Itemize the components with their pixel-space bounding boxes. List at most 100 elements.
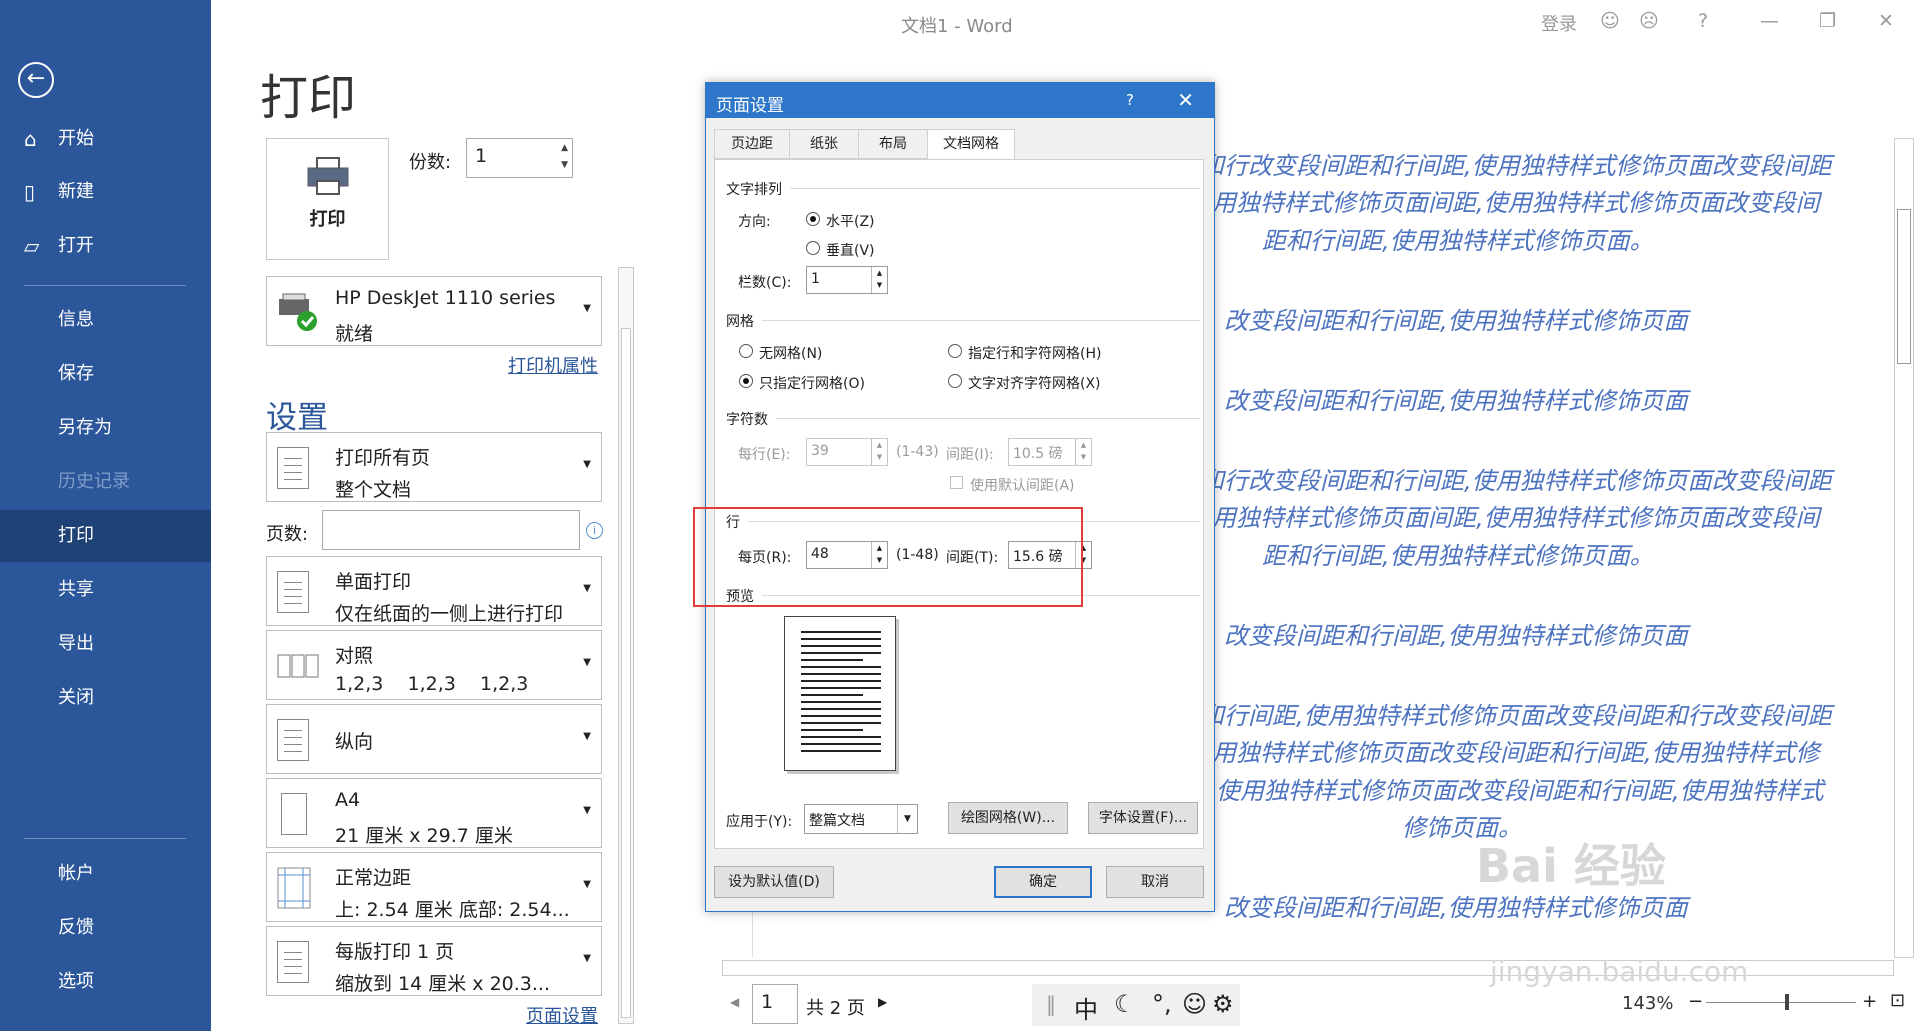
- pages-input[interactable]: [322, 510, 580, 550]
- punctuation-icon[interactable]: °,: [1152, 990, 1172, 1018]
- login-link[interactable]: 登录: [1541, 10, 1577, 36]
- current-page-input[interactable]: 1: [752, 984, 798, 1024]
- tab-margins[interactable]: 页边距: [714, 129, 790, 159]
- spin-up-icon[interactable]: ▲: [561, 143, 568, 153]
- frown-icon[interactable]: ☹: [1639, 10, 1659, 32]
- spin-arrows-icon[interactable]: ▲ ▼: [871, 267, 887, 293]
- pages-per-sheet-dropdown[interactable]: 每版打印 1 页 缩放到 14 厘米 x 20.3... ▼: [266, 926, 602, 996]
- apply-to-label: 应用于(Y):: [726, 814, 793, 830]
- restore-icon[interactable]: ❐: [1819, 10, 1836, 32]
- print-range-dropdown[interactable]: 打印所有页 整个文档 ▼: [266, 432, 602, 502]
- zoom-in-icon[interactable]: +: [1862, 991, 1877, 1012]
- sides-dropdown[interactable]: 单面打印 仅在纸面的一侧上进行打印 ▼: [266, 556, 602, 626]
- zoom-slider[interactable]: [1706, 1002, 1856, 1003]
- preview-line: [801, 736, 881, 738]
- emoji-icon[interactable]: ☺: [1182, 990, 1207, 1018]
- smile-icon[interactable]: ☺: [1600, 10, 1620, 32]
- paper-size-dropdown[interactable]: A4 21 厘米 x 29.7 厘米 ▼: [266, 778, 602, 848]
- chevron-down-icon: ▼: [583, 459, 591, 470]
- draw-grid-button[interactable]: 绘图网格(W)...: [948, 802, 1068, 834]
- ime-mode[interactable]: 中: [1074, 990, 1098, 1025]
- line-grid-only-label[interactable]: 只指定行网格(O): [759, 373, 865, 393]
- minimize-icon[interactable]: —: [1760, 10, 1779, 32]
- back-arrow-icon[interactable]: ←: [18, 62, 54, 98]
- direction-vertical-radio[interactable]: [806, 241, 820, 255]
- scroll-thumb[interactable]: [621, 328, 631, 1018]
- scroll-thumb[interactable]: [1897, 209, 1911, 364]
- copies-value: 1: [475, 145, 488, 167]
- nav-account[interactable]: 帐户: [0, 848, 211, 900]
- page-per-sheet-icon: [277, 941, 317, 983]
- prev-page-icon[interactable]: ◀: [730, 995, 739, 1009]
- nav-label: 开始: [58, 128, 94, 149]
- line-char-grid-label[interactable]: 指定行和字符网格(H): [968, 343, 1101, 363]
- collate-dropdown[interactable]: 对照 1,2,3 1,2,3 1,2,3 ▼: [266, 630, 602, 700]
- tab-paper[interactable]: 纸张: [789, 129, 859, 159]
- nav-home[interactable]: ⌂ 开始: [0, 113, 211, 165]
- set-default-button[interactable]: 设为默认值(D): [714, 866, 834, 898]
- no-grid-radio[interactable]: [739, 344, 753, 358]
- zoom-out-icon[interactable]: −: [1688, 991, 1703, 1012]
- horizontal-label[interactable]: 水平(Z): [826, 211, 875, 231]
- moon-icon[interactable]: ☾: [1114, 990, 1136, 1018]
- nav-new[interactable]: ▯ 新建: [0, 166, 211, 218]
- settings-gear-icon[interactable]: ⚙: [1212, 990, 1234, 1018]
- print-button[interactable]: 打印: [266, 138, 389, 260]
- help-icon[interactable]: ?: [1698, 10, 1708, 32]
- columns-spinner[interactable]: 1 ▲ ▼: [806, 266, 888, 294]
- nav-share[interactable]: 共享: [0, 564, 211, 616]
- line-char-grid-radio[interactable]: [948, 344, 962, 358]
- nav-info[interactable]: 信息: [0, 294, 211, 346]
- dialog-close-icon[interactable]: ✕: [1177, 88, 1194, 112]
- apply-to-select[interactable]: 整篇文档 ▼: [804, 804, 918, 834]
- ime-toolbar: ‖ 中 ☾ °, ☺ ⚙: [1032, 984, 1240, 1026]
- setting-label: A4: [335, 789, 361, 811]
- chevron-down-icon[interactable]: ▼: [897, 805, 917, 833]
- chevron-down-icon: ▼: [583, 583, 591, 594]
- tab-document-grid[interactable]: 文档网格: [927, 129, 1015, 160]
- nav-close[interactable]: 关闭: [0, 672, 211, 724]
- next-page-icon[interactable]: ▶: [878, 995, 887, 1009]
- tab-layout[interactable]: 布局: [858, 129, 928, 159]
- nav-open[interactable]: ▱ 打开: [0, 220, 211, 272]
- settings-scrollbar[interactable]: [618, 267, 634, 1024]
- copies-spinner[interactable]: 1 ▲ ▼: [466, 138, 573, 178]
- preview-line: [801, 715, 881, 717]
- printer-dropdown[interactable]: HP DeskJet 1110 series 就绪 ▼: [266, 276, 602, 346]
- new-doc-icon: ▯: [24, 180, 36, 204]
- nav-save-as[interactable]: 另存为: [0, 402, 211, 454]
- vertical-label[interactable]: 垂直(V): [826, 240, 875, 260]
- zoom-to-page-icon[interactable]: ⊡: [1890, 990, 1905, 1011]
- nav-divider: [24, 838, 186, 839]
- zoom-slider-thumb[interactable]: [1785, 994, 1789, 1010]
- spin-down-icon[interactable]: ▼: [561, 160, 568, 170]
- close-window-icon[interactable]: ✕: [1878, 10, 1894, 32]
- setting-label: 对照: [335, 645, 374, 667]
- font-settings-button[interactable]: 字体设置(F)...: [1088, 802, 1198, 834]
- direction-horizontal-radio[interactable]: [806, 212, 820, 226]
- nav-options[interactable]: 选项: [0, 956, 211, 1008]
- margins-dropdown[interactable]: 正常边距 上: 2.54 厘米 底部: 2.54... ▼: [266, 852, 602, 922]
- nav-divider: [24, 285, 186, 286]
- dialog-title-bar[interactable]: 页面设置 ? ✕: [706, 83, 1214, 118]
- ok-button[interactable]: 确定: [994, 866, 1092, 898]
- page-setup-link[interactable]: 页面设置: [526, 1002, 598, 1028]
- orientation-dropdown[interactable]: 纵向 ▼: [266, 704, 602, 774]
- nav-export[interactable]: 导出: [0, 618, 211, 670]
- printer-name: HP DeskJet 1110 series: [335, 287, 556, 309]
- per-line-range: (1-43): [896, 444, 939, 460]
- no-grid-label[interactable]: 无网格(N): [759, 343, 822, 363]
- preview-vertical-scrollbar[interactable]: [1894, 138, 1914, 958]
- text-snap-grid-radio[interactable]: [948, 374, 962, 388]
- per-line-spinner: 39 ▲ ▼: [806, 438, 888, 466]
- info-icon[interactable]: i: [586, 522, 603, 539]
- dialog-help-icon[interactable]: ?: [1126, 91, 1134, 109]
- printer-properties-link[interactable]: 打印机属性: [508, 352, 598, 378]
- nav-save[interactable]: 保存: [0, 348, 211, 400]
- nav-feedback[interactable]: 反馈: [0, 902, 211, 954]
- setting-label: 正常边距: [335, 867, 412, 889]
- nav-print[interactable]: 打印: [0, 510, 211, 562]
- cancel-button[interactable]: 取消: [1106, 866, 1204, 898]
- text-snap-grid-label[interactable]: 文字对齐字符网格(X): [968, 373, 1101, 393]
- line-grid-only-radio[interactable]: [739, 374, 753, 388]
